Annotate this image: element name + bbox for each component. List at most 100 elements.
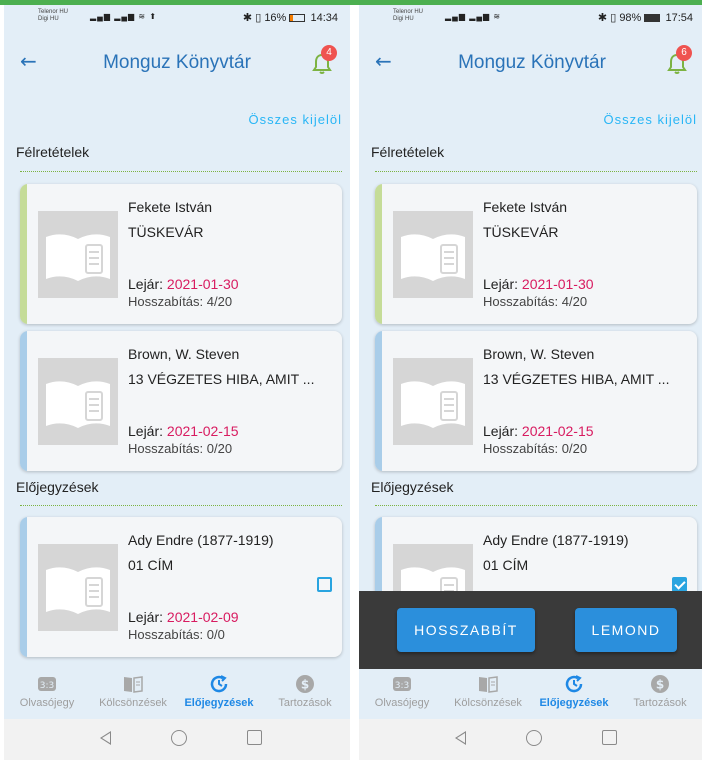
vibrate-icon: ▯	[255, 12, 262, 24]
open-book-icon	[401, 234, 465, 281]
due-row: Lejár: 2021-01-30	[483, 276, 594, 292]
notifications-button[interactable]: 4	[312, 45, 337, 74]
due-row: Lejár: 2021-02-09	[128, 609, 239, 625]
nav-label: Olvasójegy	[19, 697, 75, 709]
book-icon	[479, 676, 498, 693]
nav-item-reader-card[interactable]: 3:3 Olvasójegy	[4, 673, 90, 709]
system-navigation-bar	[4, 719, 350, 760]
nav-label: Kölcsönzések	[454, 697, 522, 709]
system-recents-icon[interactable]	[247, 730, 262, 745]
history-clock-icon	[565, 675, 583, 693]
book-title: 13 VÉGZETES HIBA, AMIT ...	[128, 371, 315, 387]
cancel-button[interactable]: LEMOND	[575, 608, 677, 652]
select-all-link[interactable]: Összes kijelöl	[604, 112, 697, 127]
nav-label: Előjegyzések	[539, 697, 609, 709]
section-divider	[375, 171, 697, 172]
app-title: Monguz Könyvtár	[458, 52, 606, 73]
app-bar: ← Monguz Könyvtár 6	[359, 37, 702, 89]
select-checkbox-checked[interactable]	[672, 577, 687, 592]
card-stripe	[375, 184, 382, 324]
clock: 14:34	[310, 12, 338, 24]
system-back-icon[interactable]	[100, 731, 111, 745]
carrier-name-2: Digi HU	[393, 16, 414, 22]
open-book-icon	[46, 381, 110, 428]
book-author: Fekete István	[483, 199, 568, 215]
nav-item-loans[interactable]: Kölcsönzések	[445, 673, 531, 709]
book-card[interactable]: Brown, W. Steven 13 VÉGZETES HIBA, AMIT …	[20, 331, 342, 471]
extension-count: Hosszabítás: 0/0	[128, 627, 225, 642]
section-divider	[375, 505, 697, 506]
select-all-link[interactable]: Összes kijelöl	[249, 112, 342, 127]
phone-screen-left: Telenor HU Digi HU ▂▄▆ ▂▄▆ ≋ ⬆ ✱ ▯ 16% 1…	[4, 5, 350, 760]
book-cover-placeholder	[393, 358, 473, 445]
open-book-icon	[46, 567, 110, 614]
notification-badge: 4	[321, 45, 337, 61]
nav-item-reader-card[interactable]: 3:3 Olvasójegy	[359, 673, 445, 709]
book-author: Brown, W. Steven	[128, 346, 240, 362]
notifications-button[interactable]: 6	[667, 45, 692, 74]
svg-text:$: $	[301, 678, 309, 692]
bluetooth-icon: ✱	[597, 12, 608, 24]
extension-count: Hosszabítás: 4/20	[128, 294, 233, 309]
due-label: Lejár:	[128, 423, 164, 439]
card-stripe	[20, 517, 27, 657]
nav-item-debts[interactable]: $ Tartozások	[262, 673, 348, 709]
book-card[interactable]: Ady Endre (1877-1919) 01 CÍM Lejár: 2021…	[20, 517, 342, 657]
battery-icon	[289, 14, 306, 23]
book-title: TÜSKEVÁR	[128, 224, 204, 240]
system-back-icon[interactable]	[455, 731, 466, 745]
signal-icons: ▂▄▆ ▂▄▆ ≋	[445, 12, 502, 21]
reader-card-icon: 3:3	[393, 677, 411, 691]
book-author: Ady Endre (1877-1919)	[483, 532, 629, 548]
book-title: 01 CÍM	[128, 557, 174, 573]
book-cover-placeholder	[38, 544, 118, 631]
phone-screen-right: Telenor HU Digi HU ▂▄▆ ▂▄▆ ≋ ✱ ▯ 98% 17:…	[359, 5, 702, 760]
nav-item-debts[interactable]: $ Tartozások	[617, 673, 702, 709]
battery-percent: 16%	[264, 12, 287, 24]
book-title: 01 CÍM	[483, 557, 529, 573]
battery-icon	[644, 14, 661, 23]
extension-count: Hosszabítás: 0/20	[483, 441, 588, 456]
nav-label: Tartozások	[633, 697, 687, 709]
select-checkbox[interactable]	[317, 577, 332, 592]
book-card[interactable]: Brown, W. Steven 13 VÉGZETES HIBA, AMIT …	[375, 331, 697, 471]
status-bar: Telenor HU Digi HU ▂▄▆ ▂▄▆ ≋ ⬆ ✱ ▯ 16% 1…	[4, 5, 350, 37]
dollar-coin-icon: $	[651, 675, 669, 693]
extend-button[interactable]: HOSSZABBÍT	[397, 608, 535, 652]
due-row: Lejár: 2021-02-15	[483, 423, 594, 439]
due-row: Lejár: 2021-02-15	[128, 423, 239, 439]
nav-label: Tartozások	[278, 697, 332, 709]
due-label: Lejár:	[128, 609, 164, 625]
action-bar: HOSSZABBÍT LEMOND	[359, 591, 702, 669]
due-date: 2021-01-30	[166, 276, 239, 292]
book-cover-placeholder	[393, 211, 473, 298]
system-navigation-bar	[359, 719, 702, 760]
svg-text:3:3: 3:3	[40, 681, 54, 691]
book-cover-placeholder	[38, 358, 118, 445]
svg-text:$: $	[656, 678, 664, 692]
extension-count: Hosszabítás: 4/20	[483, 294, 588, 309]
nav-item-holds[interactable]: Előjegyzések	[531, 673, 617, 709]
app-title: Monguz Könyvtár	[103, 52, 251, 73]
nav-item-loans[interactable]: Kölcsönzések	[90, 673, 176, 709]
section-title-holds: Előjegyzések	[371, 479, 454, 495]
book-icon	[124, 676, 143, 693]
section-divider	[20, 171, 342, 172]
extension-count: Hosszabítás: 0/20	[128, 441, 233, 456]
history-clock-icon	[210, 675, 228, 693]
status-right: ✱ ▯ 98% 17:54	[598, 11, 693, 24]
system-home-icon[interactable]	[171, 730, 187, 746]
system-recents-icon[interactable]	[602, 730, 617, 745]
book-cover-placeholder	[38, 211, 118, 298]
system-home-icon[interactable]	[526, 730, 542, 746]
signal-icons: ▂▄▆ ▂▄▆ ≋ ⬆	[90, 12, 158, 21]
section-divider	[20, 505, 342, 506]
svg-text:3:3: 3:3	[395, 681, 409, 691]
book-card[interactable]: Fekete István TÜSKEVÁR Lejár: 2021-01-30…	[375, 184, 697, 324]
carrier-info: Telenor HU Digi HU	[393, 9, 423, 23]
card-stripe	[20, 331, 27, 471]
app-bar: ← Monguz Könyvtár 4	[4, 37, 350, 89]
nav-item-holds[interactable]: Előjegyzések	[176, 673, 262, 709]
open-book-icon	[46, 234, 110, 281]
book-card[interactable]: Fekete István TÜSKEVÁR Lejár: 2021-01-30…	[20, 184, 342, 324]
